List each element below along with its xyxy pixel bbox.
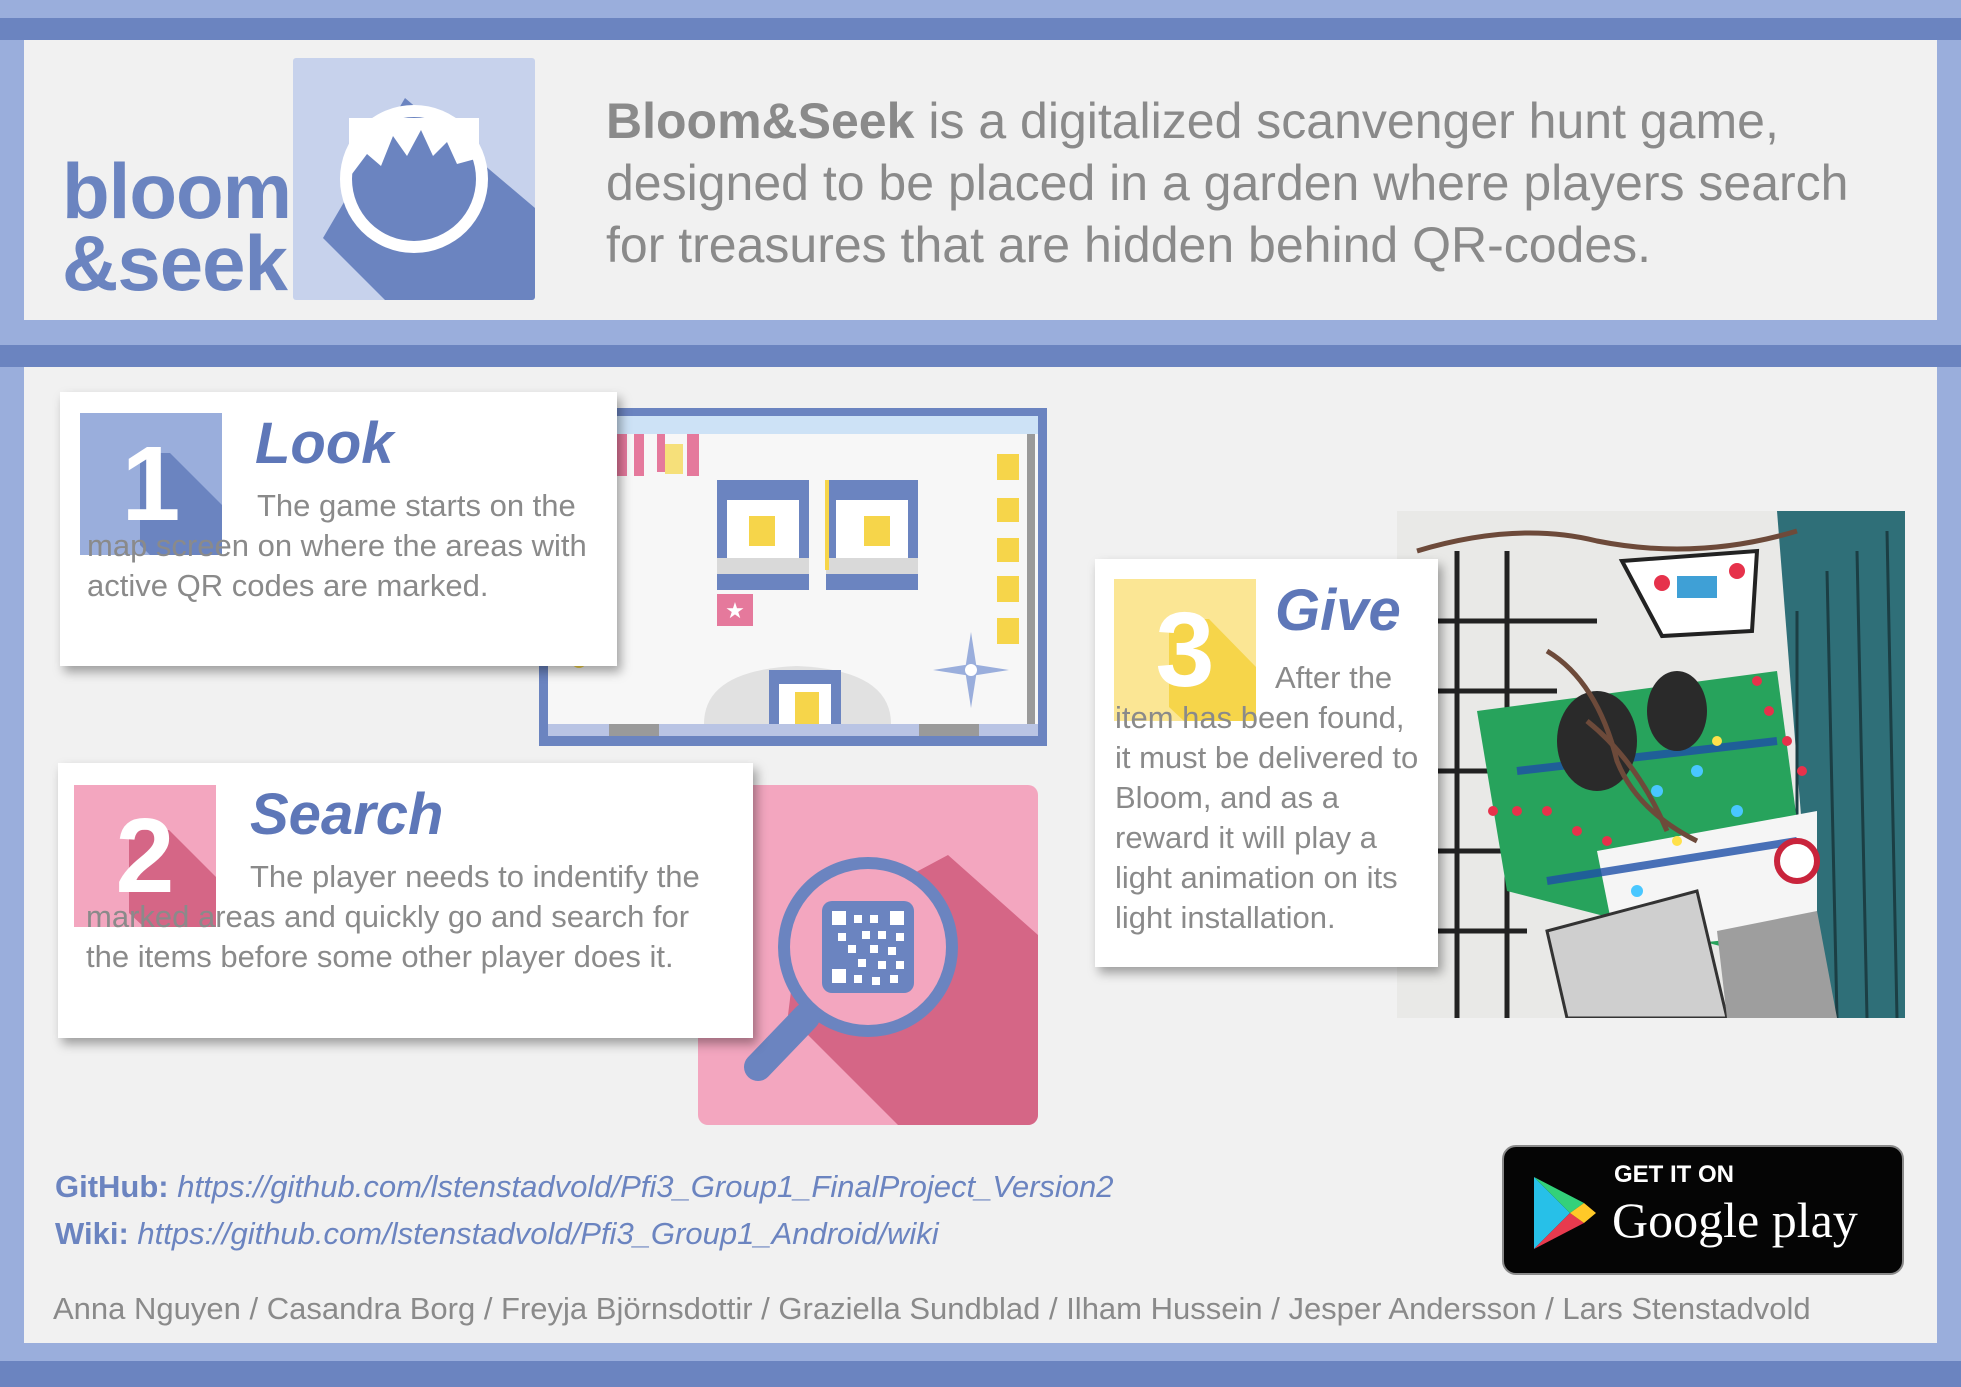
step-1-title: Look (255, 411, 394, 476)
wiki-link[interactable]: https://github.com/lstenstadvold/Pfi3_Gr… (137, 1216, 938, 1251)
step-3-number: 3 (1155, 591, 1215, 709)
wiki-link-row: Wiki: https://github.com/lstenstadvold/P… (55, 1214, 939, 1254)
step-2-number-tile: 2 (74, 785, 216, 927)
logo-wordmark: bloom &seek (62, 147, 292, 307)
google-play-badge[interactable]: GET IT ON Google play (1502, 1145, 1904, 1275)
play-store-icon (1534, 1177, 1596, 1249)
github-label: GitHub: (55, 1169, 169, 1204)
wiki-label: Wiki: (55, 1216, 129, 1251)
step-1-number-tile: 1 (80, 413, 222, 555)
intro-text: Bloom&Seek is a digitalized scanvenger h… (606, 90, 1906, 276)
step-card-search: 2 Search The player needs to indentify t… (58, 763, 753, 1038)
intro-bold: Bloom&Seek (606, 93, 915, 149)
logo-line-2: &seek (62, 219, 288, 307)
step-card-give: 3 Give After the item has been found, it… (1095, 559, 1438, 967)
step-1-number: 1 (121, 425, 181, 543)
svg-text:★: ★ (725, 599, 745, 624)
step-2-title: Search (250, 782, 444, 847)
middle-frame-bar (0, 345, 1961, 367)
light-installation-photo (1397, 511, 1905, 1018)
github-link[interactable]: https://github.com/lstenstadvold/Pfi3_Gr… (177, 1169, 1113, 1204)
step-3-number-tile: 3 (1114, 579, 1256, 721)
bloom-logo-icon (293, 58, 535, 300)
badge-top-text: GET IT ON (1614, 1161, 1734, 1188)
bottom-frame-bar (0, 1361, 1961, 1387)
step-3-title: Give (1275, 578, 1401, 643)
github-link-row: GitHub: https://github.com/lstenstadvold… (55, 1167, 1114, 1207)
step-2-number: 2 (115, 797, 175, 915)
authors-line: Anna Nguyen / Casandra Borg / Freyja Bjö… (53, 1291, 1811, 1326)
badge-bottom-text: Google play (1612, 1192, 1858, 1248)
logo-line-1: bloom (62, 147, 292, 235)
step-card-look: 1 Look The game starts on the map screen… (60, 392, 617, 666)
top-frame-bar (0, 18, 1961, 40)
